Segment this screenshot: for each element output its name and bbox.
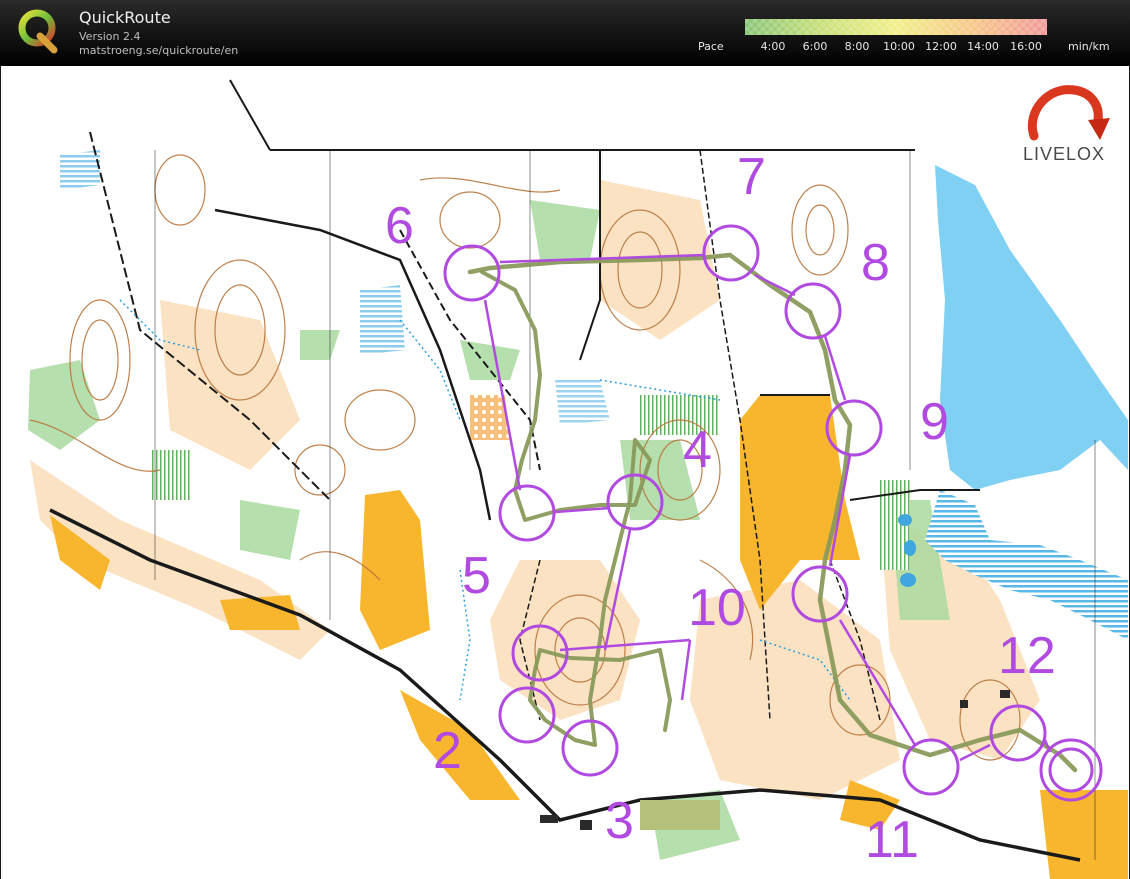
control-number: 10 — [688, 579, 746, 637]
marsh — [360, 285, 405, 355]
control-number: 3 — [605, 792, 634, 850]
control-number: 9 — [920, 393, 949, 451]
pace-tick: 10:00 — [883, 40, 915, 53]
pace-color-scale — [745, 19, 1047, 35]
pace-tick: 8:00 — [844, 40, 870, 53]
control-number: 2 — [433, 722, 462, 780]
control-number: 8 — [861, 234, 890, 292]
pace-tick: 16:00 — [1010, 40, 1042, 53]
control-number: 11 — [865, 811, 919, 869]
livelox-logo: LIVELOX — [1023, 85, 1110, 164]
pace-tick: 14:00 — [967, 40, 999, 53]
marsh — [60, 150, 100, 190]
livelox-arrow-icon — [1027, 85, 1103, 141]
control-number: 5 — [462, 547, 491, 605]
app-url[interactable]: matstroeng.se/quickroute/en — [79, 44, 238, 57]
pace-tick: 6:00 — [802, 40, 828, 53]
control-number: 12 — [998, 627, 1056, 685]
control-number: 4 — [683, 421, 712, 479]
pace-unit: min/km — [1068, 40, 1110, 53]
quickroute-logo-icon — [18, 9, 58, 54]
control-number: 7 — [737, 148, 766, 206]
app-header: QuickRoute Version 2.4 matstroeng.se/qui… — [0, 0, 1130, 66]
pace-tick: 12:00 — [925, 40, 957, 53]
orienteering-map[interactable]: 2 3 4 5 6 7 8 9 10 11 12 — [0, 66, 1130, 879]
pace-label: Pace — [698, 40, 724, 53]
control-number: 6 — [385, 197, 414, 255]
pace-tick: 4:00 — [760, 40, 786, 53]
app-title: QuickRoute — [79, 8, 171, 27]
livelox-wordmark: LIVELOX — [1023, 144, 1105, 164]
app-version: Version 2.4 — [79, 30, 141, 43]
